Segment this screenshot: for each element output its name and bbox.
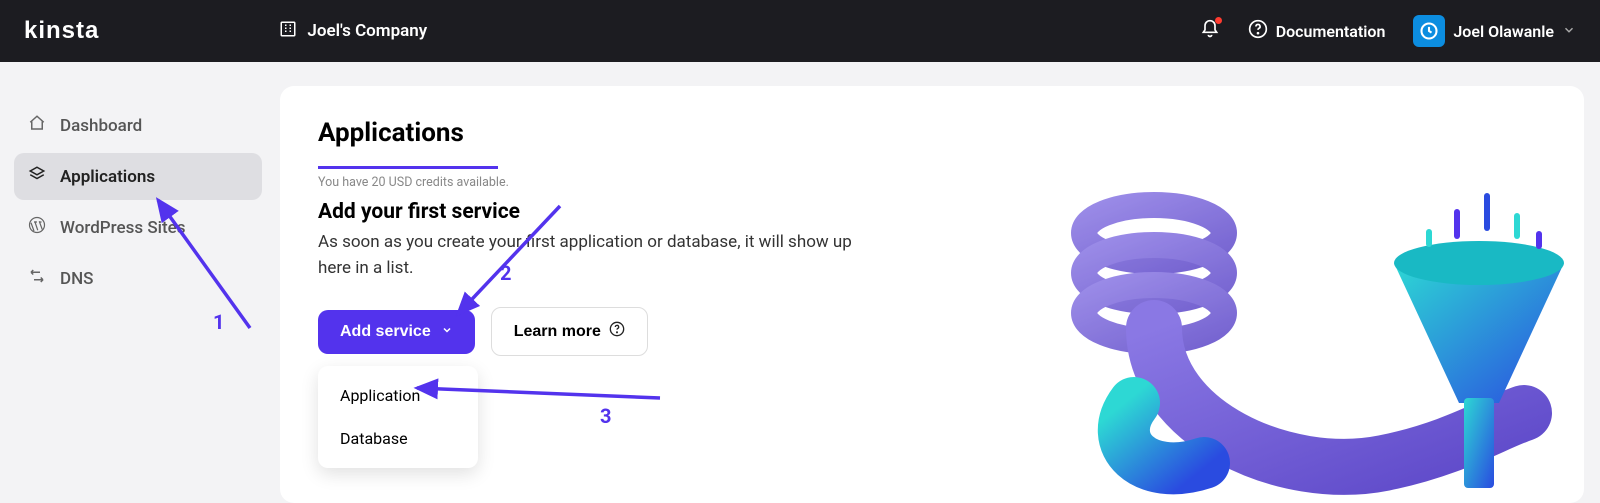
credits-text: You have 20 USD credits available.: [318, 175, 1546, 190]
documentation-label: Documentation: [1276, 22, 1386, 41]
add-service-label: Add service: [340, 323, 431, 341]
sidebar: Dashboard Applications WordPress Sites D…: [0, 62, 280, 503]
documentation-link[interactable]: Documentation: [1248, 19, 1386, 43]
sidebar-item-label: Applications: [60, 167, 155, 187]
sidebar-item-applications[interactable]: Applications: [14, 153, 262, 200]
help-icon: [609, 321, 625, 342]
company-name: Joel's Company: [307, 21, 427, 41]
avatar: [1413, 15, 1445, 47]
kinsta-logo: KINSTA: [24, 17, 99, 45]
learn-more-button[interactable]: Learn more: [491, 307, 648, 356]
sidebar-item-dns[interactable]: DNS: [14, 255, 262, 302]
page-title: Applications: [318, 118, 1546, 148]
annotation-label-3: 3: [600, 404, 611, 428]
chevron-down-icon: [1562, 22, 1576, 41]
user-menu[interactable]: Joel Olawanle: [1413, 15, 1576, 47]
add-service-dropdown: Application Database: [318, 366, 478, 468]
building-icon: [279, 20, 297, 43]
home-icon: [28, 114, 46, 137]
add-service-button[interactable]: Add service: [318, 310, 475, 354]
section-subtitle: Add your first service: [318, 200, 1546, 224]
help-icon: [1248, 19, 1268, 43]
dropdown-item-application[interactable]: Application: [318, 374, 478, 417]
sidebar-item-label: WordPress Sites: [60, 218, 185, 238]
learn-more-label: Learn more: [514, 323, 601, 341]
sidebar-item-wordpress[interactable]: WordPress Sites: [14, 204, 262, 251]
notifications-button[interactable]: [1200, 19, 1220, 43]
company-selector[interactable]: Joel's Company: [279, 20, 427, 43]
sidebar-item-label: DNS: [60, 269, 93, 289]
sidebar-item-dashboard[interactable]: Dashboard: [14, 102, 262, 149]
chevron-down-icon: [441, 323, 453, 341]
section-description: As soon as you create your first applica…: [318, 230, 878, 281]
main-panel: Applications You have 20 USD credits ava…: [280, 86, 1584, 503]
accent-divider: [318, 166, 498, 169]
dropdown-item-database[interactable]: Database: [318, 417, 478, 460]
notification-dot-icon: [1215, 17, 1222, 24]
layers-icon: [28, 165, 46, 188]
top-header: KINSTA Joel's Company Documentation Joel…: [0, 0, 1600, 62]
sidebar-item-label: Dashboard: [60, 116, 142, 136]
wordpress-icon: [28, 216, 46, 239]
user-name: Joel Olawanle: [1453, 22, 1554, 41]
dns-icon: [28, 267, 46, 290]
